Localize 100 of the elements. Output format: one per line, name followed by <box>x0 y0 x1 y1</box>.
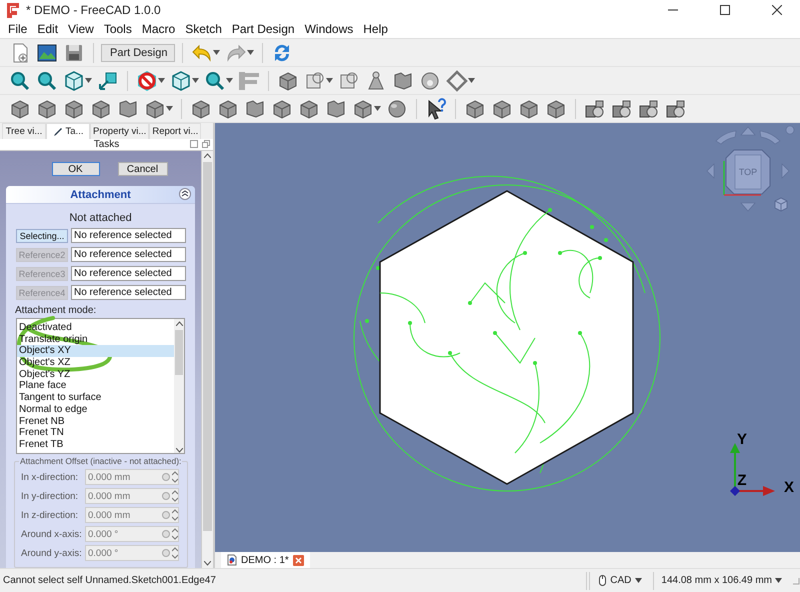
dropdown-caret-icon <box>226 78 233 83</box>
spin-arrows-icon <box>172 471 178 483</box>
status-message: Cannot select self Unnamed.Sketch001.Edge47 <box>2 575 217 586</box>
group-title: Attachment Offset (inactive - not attached): <box>19 456 182 466</box>
dropdown-caret-icon <box>166 106 173 111</box>
rough-shape-icon <box>325 98 347 120</box>
list-item[interactable]: Tangent to surface <box>17 392 174 404</box>
dropdown-caret-icon <box>158 78 165 83</box>
menu-item[interactable]: Macro <box>136 22 180 36</box>
solid-block-icon <box>63 98 85 120</box>
solid-block-icon <box>545 98 567 120</box>
unit-icon <box>162 549 170 557</box>
pencil-icon <box>52 126 63 136</box>
solid-block-icon <box>352 98 374 120</box>
workbench-dropdown[interactable]: Part Design <box>101 44 175 62</box>
list-item[interactable]: Object's XY <box>17 345 174 358</box>
dropdown-caret-icon <box>213 50 220 55</box>
collapse-icon[interactable] <box>179 188 191 200</box>
field-label: Attachment mode: <box>14 304 98 318</box>
menu-item[interactable]: Part Design <box>226 22 300 36</box>
reference-field[interactable]: No reference selected <box>71 228 186 243</box>
dropdown-caret-icon <box>326 78 333 83</box>
zoom-icon <box>36 70 58 92</box>
field-label: Around x-axis: <box>21 528 81 540</box>
list-item[interactable]: Plane face <box>17 380 174 392</box>
dropdown-caret-icon <box>468 78 475 83</box>
panel-tab[interactable]: Tree vi... <box>2 123 46 139</box>
unit-icon <box>162 492 170 500</box>
close-icon <box>292 554 304 566</box>
window-title: * DEMO - FreeCAD 1.0.0 <box>26 3 162 17</box>
axis-label: Y <box>737 431 747 448</box>
list-item[interactable]: Frenet TN <box>17 427 174 439</box>
list-item[interactable]: Normal to edge <box>17 404 174 416</box>
dropdown-caret-icon <box>635 578 642 583</box>
solid-block-icon <box>491 98 513 120</box>
solid-block-icon <box>518 98 540 120</box>
solid-block-icon <box>190 98 212 120</box>
folder-picture-icon <box>36 42 58 64</box>
caliper-icon <box>238 70 260 92</box>
zoom-icon <box>204 70 226 92</box>
list-item[interactable]: Frenet TB <box>17 438 174 451</box>
solid-block-icon <box>298 98 320 120</box>
cancel-button[interactable]: Cancel <box>118 162 168 176</box>
sketch-square-icon <box>304 70 326 92</box>
unit-icon <box>162 473 170 481</box>
panel-tab[interactable]: Ta... <box>46 123 90 139</box>
multi-solid-icon <box>611 98 633 120</box>
attachment-status: Not attached <box>68 211 133 226</box>
scroll-up-icon <box>204 153 211 158</box>
menu-item[interactable]: File <box>3 22 32 36</box>
zoom-icon <box>9 70 31 92</box>
unit-icon <box>162 511 170 519</box>
panel-tab[interactable]: Report vi... <box>149 123 202 139</box>
toolbar-button[interactable] <box>135 68 166 92</box>
spin-arrows-icon <box>172 509 178 521</box>
panel-title: Attachment <box>70 188 131 200</box>
field-label: In y-direction: <box>21 490 80 502</box>
list-item[interactable]: Object's YZ <box>17 368 174 380</box>
rough-shape-icon <box>244 98 266 120</box>
mouse-icon <box>599 575 606 586</box>
field-label: In z-direction: <box>21 510 80 520</box>
axis-label: X <box>784 479 794 496</box>
menu-item[interactable]: Help <box>358 22 393 36</box>
spin-arrows-icon <box>172 490 178 502</box>
scroll-down-icon <box>176 448 182 453</box>
unit-icon <box>162 530 170 538</box>
reference-button[interactable]: Selecting... <box>16 228 68 242</box>
ok-button[interactable]: OK <box>52 162 100 176</box>
cube-outline-icon <box>63 70 85 92</box>
scroll-down-icon <box>204 561 211 566</box>
axis-label: Z <box>737 472 747 489</box>
resize-grip-icon <box>792 576 800 584</box>
field-label: Around y-axis: <box>21 548 81 558</box>
list-item[interactable]: Frenet NB <box>17 416 174 428</box>
solid-block-icon <box>464 98 486 120</box>
cube-axes-icon <box>723 161 761 196</box>
navigation-style-button[interactable]: CAD <box>591 575 652 586</box>
solid-block-icon <box>271 98 293 120</box>
menu-item[interactable]: View <box>63 22 99 36</box>
solid-block-icon <box>90 98 112 120</box>
dropdown-caret-icon <box>192 78 199 83</box>
dropdown-caret-icon <box>85 78 92 83</box>
sphere-icon <box>386 98 408 120</box>
scrollbar-thumb[interactable] <box>175 330 183 375</box>
multi-solid-icon <box>584 98 606 120</box>
menu-item[interactable]: Sketch <box>180 22 227 36</box>
view-rotate-arrows-icon <box>706 126 794 212</box>
dimension-display[interactable]: 144.08 mm x 106.49 mm <box>655 575 792 586</box>
menu-item[interactable]: Tools <box>98 22 137 36</box>
dock-title: Tasks <box>94 139 120 150</box>
close-icon <box>772 5 782 15</box>
multi-solid-icon <box>638 98 660 120</box>
panel-tab[interactable]: Property vi... <box>90 123 150 139</box>
scrollbar-thumb[interactable] <box>203 162 212 531</box>
menu-item[interactable]: Edit <box>32 22 64 36</box>
axis-triad-drawing <box>730 443 775 496</box>
dropdown-caret-icon <box>775 578 782 583</box>
menu-item[interactable]: Windows <box>300 22 358 36</box>
document-tab[interactable]: DEMO : 1* <box>221 552 310 568</box>
maximize-icon <box>720 5 730 15</box>
